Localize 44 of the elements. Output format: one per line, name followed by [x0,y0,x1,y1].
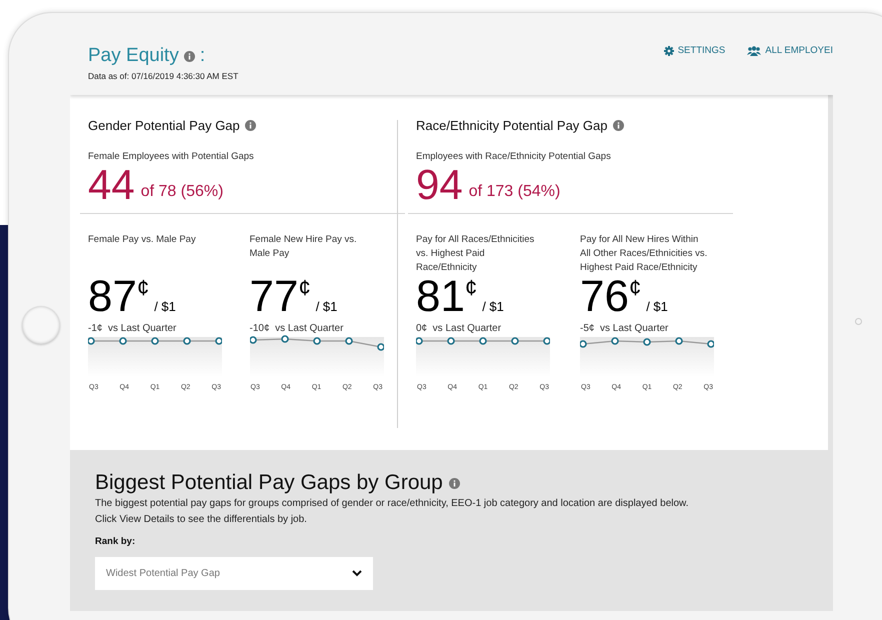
gap-total: of 78 (56%) [140,182,224,202]
data-timestamp: Data as of: 07/16/2019 4:36:30 AM EST [88,70,238,83]
rank-label: Rank by: [95,535,136,549]
metric-value: 77 [250,274,298,319]
metric-value: 76 [580,274,629,319]
header-link[interactable]: SETTINGS [664,44,726,58]
groups-description: The biggest potential pay gaps for groups comprised of gender or race/ethnicity, EEO-1 job category and location are displayed below. Click View Details to see the differentials by job. [95,497,690,527]
per-dollar: / $1 [154,298,176,316]
per-dollar: / $1 [316,298,338,316]
cent-sign: ¢ [628,276,642,299]
groups-title: Biggest Potential Pay Gaps by Group [95,470,443,496]
per-dollar: / $1 [482,298,504,316]
gap-count: 94 [416,162,463,208]
metric-value: 81 [416,274,465,319]
section-title: Race/Ethnicity Potential Pay Gap [416,117,608,135]
change-text: -5¢ vs Last Quarter [580,322,670,335]
menu-glyph[interactable]: : [200,45,206,67]
header-link[interactable]: ALL EMPLOYEI [747,44,833,58]
section-subtitle: Employees with Race/Ethnicity Potential Gaps [416,150,612,164]
change-text: -1¢ vs Last Quarter [88,322,178,335]
change-text: 0¢ vs Last Quarter [416,322,502,335]
cent-sign: ¢ [298,276,311,299]
section-subtitle: Female Employees with Potential Gaps [88,150,255,164]
metric-label: Pay for All Races/Ethnicities vs. Highest Paid Race/Ethnicity [416,232,536,275]
page-title: Pay Equity [88,45,179,67]
metric-label: Pay for All New Hires Within All Other Races/Ethnicities vs. Highest Paid Race/Ethnicity [580,232,708,275]
users-icon [747,46,762,56]
metric-label: Female New Hire Pay vs. Male Pay [250,232,358,261]
rank-dropdown[interactable]: Widest Potential Pay Gap [95,557,373,590]
metric-value: 87 [88,274,137,319]
gear-icon [664,46,674,56]
gap-total: of 173 (54%) [468,182,560,202]
per-dollar: / $1 [646,298,668,316]
info-icon[interactable] [184,50,195,62]
info-icon[interactable] [448,478,460,488]
metric-label: Female Pay vs. Male Pay [88,232,197,247]
cent-sign: ¢ [464,276,478,299]
info-icon[interactable] [612,120,624,132]
change-text: -10¢ vs Last Quarter [250,322,344,335]
gap-count: 44 [88,162,135,208]
info-icon[interactable] [244,120,256,132]
chevron-down-icon [352,570,362,578]
cent-sign: ¢ [136,276,150,299]
section-title: Gender Potential Pay Gap [88,117,240,135]
